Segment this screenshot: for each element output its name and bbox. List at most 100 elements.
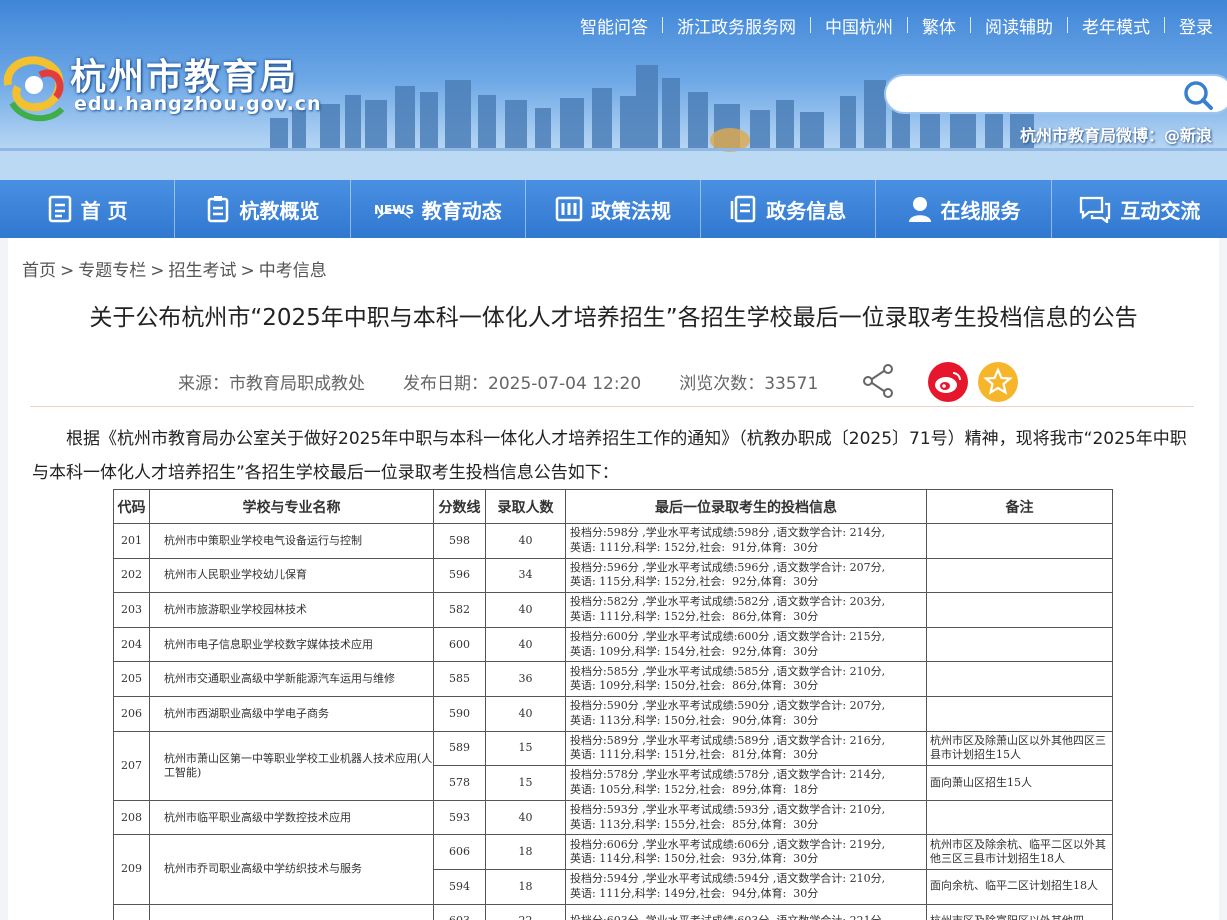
nav-overview[interactable]: 杭教概览 — [175, 180, 351, 238]
table-header-row: 代码 学校与专业名称 分数线 录取人数 最后一位录取考生的投档信息 备注 — [113, 489, 1113, 524]
news-icon: NEWS — [374, 203, 414, 219]
admission-table: 代码 学校与专业名称 分数线 录取人数 最后一位录取考生的投档信息 备注 201… — [113, 489, 1113, 920]
cell-score: 596 — [433, 557, 486, 594]
cell-code — [113, 903, 150, 920]
cell-name: 杭州市乔司职业高级中学纺织技术与服务 — [149, 834, 434, 905]
cell-code: 202 — [113, 557, 150, 594]
cell-count: 40 — [485, 592, 566, 628]
law-book-icon — [555, 196, 583, 222]
nav-label: 在线服务 — [940, 198, 1021, 223]
article-container: 首页 > 专题专栏 > 招生考试 > 中考信息 关于公布杭州市“2025年中职与本科一体化人… — [8, 238, 1219, 920]
nav-home[interactable]: 首 页 — [0, 180, 176, 238]
cell-info: 投档分:603分 ,学业水平考试成绩:603分 ,语文数学合计: 221分, — [565, 903, 927, 920]
link-reading-assist[interactable]: 阅读辅助 — [971, 13, 1067, 38]
cell-score: 606 — [433, 834, 486, 870]
link-login[interactable]: 登录 — [1165, 13, 1227, 38]
site-url: edu.hangzhou.gov.cn — [74, 93, 322, 115]
nav-label: 教育动态 — [421, 198, 502, 223]
cell-score: 603 — [433, 903, 486, 920]
header-admit-count: 录取人数 — [485, 489, 566, 524]
cell-info: 投档分:578分 ,学业水平考试成绩:578分 ,语文数学合计: 214分, 英… — [565, 765, 927, 801]
cell-count: 34 — [485, 557, 566, 594]
table-row: 202 杭州市人民职业学校幼儿保育 596 34 投档分:596分 ,学业水平考… — [113, 557, 1113, 594]
cell-note: 面向萧山区招生15人 — [926, 765, 1113, 801]
nav-policy-law[interactable]: 政策法规 — [526, 180, 702, 238]
cell-code: 206 — [113, 695, 150, 732]
search-input[interactable] — [900, 82, 1170, 108]
cell-code: 205 — [113, 661, 150, 697]
cell-note — [926, 799, 1113, 836]
cell-info: 投档分:596分 ,学业水平考试成绩:596分 ,语文数学合计: 207分, 英… — [565, 557, 927, 594]
cell-code: 203 — [113, 592, 150, 628]
breadcrumb-separator: > — [60, 261, 75, 281]
article-title: 关于公布杭州市“2025年中职与本科一体化人才培养招生”各招生学校最后一位录取考… — [89, 305, 1138, 331]
search-icon[interactable] — [1178, 78, 1218, 112]
table-row: 201 杭州市中策职业学校电气设备运行与控制 598 40 投档分:598分 ,… — [113, 523, 1113, 559]
link-elderly-mode[interactable]: 老年模式 — [1068, 13, 1164, 38]
cell-count: 40 — [485, 695, 566, 732]
cell-note — [926, 592, 1113, 628]
cell-info: 投档分:582分 ,学业水平考试成绩:582分 ,语文数学合计: 203分, 英… — [565, 592, 927, 628]
breadcrumb-separator: > — [240, 261, 255, 281]
cell-name: 杭州市交通职业高级中学新能源汽车运用与维修 — [149, 661, 434, 697]
breadcrumb-home[interactable]: 首页 — [22, 261, 56, 281]
cell-name: 杭州市萧山区第一中等职业学校工业机器人技术应用(人工智能) — [149, 730, 434, 801]
cell-count: 36 — [485, 661, 566, 697]
link-traditional-chinese[interactable]: 繁体 — [908, 13, 970, 38]
cell-score: 600 — [433, 626, 486, 663]
link-zhejiang-gov-service[interactable]: 浙江政务服务网 — [663, 13, 810, 38]
cell-name: 杭州市中策职业学校电气设备运行与控制 — [149, 523, 434, 559]
link-china-hangzhou[interactable]: 中国杭州 — [811, 13, 907, 38]
cell-score: 589 — [433, 730, 486, 767]
cell-info: 投档分:606分 ,学业水平考试成绩:606分 ,语文数学合计: 219分, 英… — [565, 834, 927, 870]
cell-count: 15 — [485, 765, 566, 801]
article-meta: 来源：市教育局职成教处 发布日期：2025-07-04 12:20 浏览次数：3… — [178, 369, 856, 394]
info-doc-icon — [731, 195, 756, 223]
cell-code: 207 — [113, 730, 150, 801]
breadcrumb: 首页 > 专题专栏 > 招生考试 > 中考信息 — [22, 256, 327, 281]
document-icon — [48, 195, 71, 223]
breadcrumb-enrollment-exams[interactable]: 招生考试 — [169, 261, 237, 281]
cell-count: 40 — [485, 523, 566, 559]
cell-note: 杭州市区及除萧山区以外其他四区三县市计划招生15人 — [926, 730, 1113, 767]
weibo-share-icon[interactable] — [928, 362, 968, 402]
table-row: 204 杭州市电子信息职业学校数字媒体技术应用 600 40 投档分:600分 … — [113, 626, 1113, 663]
cell-note — [926, 626, 1113, 663]
weibo-link[interactable]: 杭州市教育局微博：@新浪 — [1020, 122, 1212, 146]
cell-code: 209 — [113, 834, 150, 905]
cell-count: 40 — [485, 626, 566, 663]
breadcrumb-zhongkao-info[interactable]: 中考信息 — [259, 261, 327, 281]
nav-gov-info[interactable]: 政务信息 — [701, 180, 877, 238]
cell-code: 204 — [113, 626, 150, 663]
cell-info: 投档分:590分 ,学业水平考试成绩:590分 ,语文数学合计: 207分, 英… — [565, 695, 927, 732]
cell-info: 投档分:598分 ,学业水平考试成绩:598分 ,语文数学合计: 214分, 英… — [565, 523, 927, 559]
favorite-star-icon[interactable] — [978, 362, 1018, 402]
nav-education-news[interactable]: NEWS 教育动态 — [351, 180, 526, 238]
table-row: 209 杭州市乔司职业高级中学纺织技术与服务 606 18 投档分:606分 ,… — [113, 834, 1113, 905]
header-school-major: 学校与专业名称 — [149, 489, 434, 524]
cell-info: 投档分:593分 ,学业水平考试成绩:593分 ,语文数学合计: 210分, 英… — [565, 799, 927, 836]
table-row: 205 杭州市交通职业高级中学新能源汽车运用与维修 585 36 投档分:585… — [113, 661, 1113, 697]
cell-count: 15 — [485, 730, 566, 767]
article-views: 浏览次数：33571 — [679, 374, 819, 394]
top-links-bar: 智能问答 浙江政务服务网 中国杭州 繁体 阅读辅助 老年模式 登录 — [566, 12, 1227, 38]
chat-icon — [1080, 196, 1111, 223]
cell-info: 投档分:585分 ,学业水平考试成绩:585分 ,语文数学合计: 210分, 英… — [565, 661, 927, 697]
cell-note — [926, 661, 1113, 697]
cell-count: 22 — [485, 903, 566, 920]
meta-divider — [30, 406, 1194, 407]
cell-name — [149, 903, 434, 920]
nav-online-service[interactable]: 在线服务 — [876, 180, 1052, 238]
link-smart-qa[interactable]: 智能问答 — [566, 13, 662, 38]
nav-interaction[interactable]: 互动交流 — [1052, 180, 1227, 238]
breadcrumb-separator: > — [150, 261, 165, 281]
article-source: 来源：市教育局职成教处 — [178, 374, 365, 394]
cell-note — [926, 557, 1113, 594]
cell-info: 投档分:600分 ,学业水平考试成绩:600分 ,语文数学合计: 215分, 英… — [565, 626, 927, 663]
cell-note: 杭州市区及除富阳区以外其他四 — [926, 903, 1113, 920]
cell-note: 杭州市区及除余杭、临平二区以外其他三区三县市计划招生18人 — [926, 834, 1113, 870]
table-row: 206 杭州市西湖职业高级中学电子商务 590 40 投档分:590分 ,学业水… — [113, 695, 1113, 732]
share-icon[interactable] — [862, 363, 896, 399]
search-box — [884, 74, 1227, 114]
breadcrumb-special-topics[interactable]: 专题专栏 — [78, 261, 146, 281]
